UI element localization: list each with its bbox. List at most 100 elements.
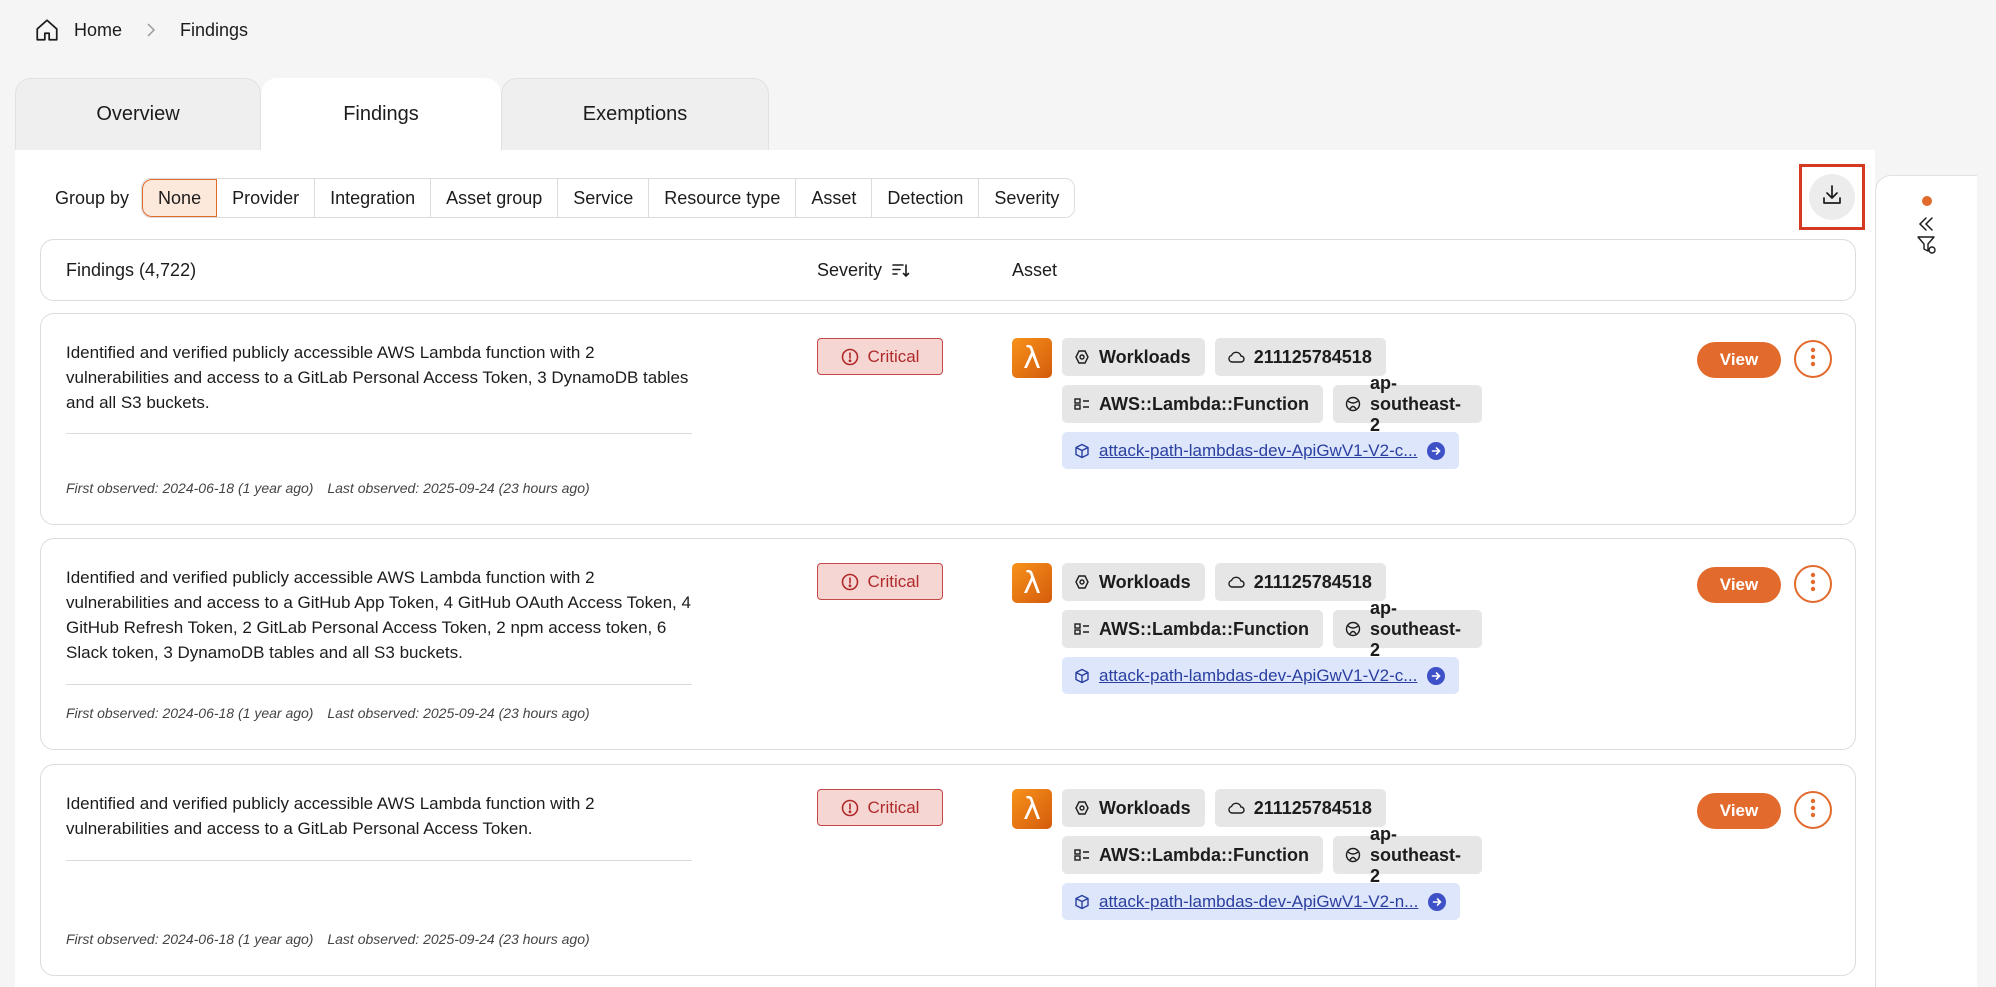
double-chevron-left-icon[interactable] [1917,216,1935,232]
sort-icon[interactable] [892,262,910,278]
divider [66,684,692,685]
account-label: 211125784518 [1253,346,1372,367]
account-chip[interactable]: 211125784518 [1214,563,1386,601]
filter-settings-icon[interactable] [1917,236,1937,254]
asset-link-chip[interactable]: attack-path-lambdas-dev-ApiGwV1-V2-n... [1062,883,1461,920]
alert-circle-icon [841,799,859,817]
resource-type-chip[interactable]: AWS::Lambda::Function [1062,385,1323,423]
first-observed: First observed: 2024-06-18 (1 year ago) [66,931,314,947]
view-button[interactable]: View [1697,793,1781,829]
tab-overview[interactable]: Overview [15,78,261,150]
severity-badge: Critical [817,563,943,600]
group-by-service[interactable]: Service [558,179,650,217]
arrow-right-icon[interactable] [1427,666,1446,685]
asset-chips: Workloads 211125784518 AWS::Lambda::Func… [1062,789,1492,929]
cloud-icon [1227,575,1245,589]
group-by-options: None Provider Integration Asset group Se… [141,178,1076,218]
finding-card[interactable]: Identified and verified publicly accessi… [40,313,1856,525]
more-options-button[interactable] [1794,791,1832,829]
workloads-icon [1074,800,1090,816]
cube-icon [1074,443,1090,459]
download-button[interactable] [1809,174,1855,220]
asset-group-chip[interactable]: Workloads [1062,789,1205,827]
findings-panel: Group by None Provider Integration Asset… [15,150,1875,987]
globe-icon [1345,847,1361,863]
cube-icon [1074,668,1090,684]
group-by-none[interactable]: None [142,179,218,217]
more-options-button[interactable] [1794,565,1832,603]
globe-icon [1345,396,1361,412]
asset-group-label: Workloads [1099,797,1191,818]
findings-table-header: Findings (4,722) Severity Asset [40,239,1856,301]
aws-lambda-icon: λ [1012,563,1052,603]
cube-icon [1074,894,1090,910]
severity-label: Critical [867,797,920,817]
filter-side-panel [1875,175,1977,987]
finding-card[interactable]: Identified and verified publicly accessi… [40,538,1856,750]
alert-circle-icon [841,348,859,366]
first-observed: First observed: 2024-06-18 (1 year ago) [66,705,314,721]
arrow-right-icon[interactable] [1427,441,1446,460]
breadcrumb-home[interactable]: Home [74,20,122,41]
account-chip[interactable]: 211125784518 [1214,789,1386,827]
group-by-severity[interactable]: Severity [979,179,1075,217]
page-tabs: Overview Findings Exemptions [15,78,769,150]
arrow-right-icon[interactable] [1428,892,1447,911]
region-chip[interactable]: ap-southeast-2 [1332,824,1482,886]
severity-header[interactable]: Severity [817,260,910,281]
download-highlight [1799,164,1865,230]
region-label: ap-southeast-2 [1369,823,1461,886]
resource-type-chip[interactable]: AWS::Lambda::Function [1062,836,1323,874]
asset-link-chip[interactable]: attack-path-lambdas-dev-ApiGwV1-V2-c... [1062,657,1460,694]
finding-description: Identified and verified publicly accessi… [66,794,595,838]
asset-group-chip[interactable]: Workloads [1062,338,1205,376]
last-observed: Last observed: 2025-09-24 (23 hours ago) [327,480,590,496]
asset-group-label: Workloads [1099,571,1191,592]
workloads-icon [1074,574,1090,590]
asset-link[interactable]: attack-path-lambdas-dev-ApiGwV1-V2-n... [1099,892,1418,912]
home-icon[interactable] [34,17,60,43]
findings-count-header: Findings (4,722) [66,259,197,280]
divider [66,433,692,434]
alert-circle-icon [841,573,859,591]
severity-badge: Critical [817,338,943,375]
finding-card[interactable]: Identified and verified publicly accessi… [40,764,1856,976]
region-chip[interactable]: ap-southeast-2 [1332,373,1482,435]
asset-link[interactable]: attack-path-lambdas-dev-ApiGwV1-V2-c... [1099,441,1417,461]
severity-header-label: Severity [817,259,883,280]
group-by-asset-group[interactable]: Asset group [431,179,559,217]
tab-exemptions[interactable]: Exemptions [501,78,769,150]
asset-link[interactable]: attack-path-lambdas-dev-ApiGwV1-V2-c... [1099,666,1417,686]
breadcrumb: Home Findings [34,16,248,44]
region-label: ap-southeast-2 [1369,597,1461,660]
region-label: ap-southeast-2 [1369,372,1461,435]
asset-header: Asset [1012,259,1058,280]
asset-group-chip[interactable]: Workloads [1062,563,1205,601]
resource-type-chip[interactable]: AWS::Lambda::Function [1062,610,1323,648]
breadcrumb-current: Findings [180,19,249,40]
download-icon [1820,183,1844,212]
observed-dates: First observed: 2024-06-18 (1 year ago) … [66,931,600,947]
group-by-provider[interactable]: Provider [217,179,316,217]
more-options-button[interactable] [1794,340,1832,378]
group-by-resource-type[interactable]: Resource type [649,179,797,217]
group-by-label: Group by [55,187,130,208]
view-button[interactable]: View [1697,342,1781,378]
cloud-icon [1227,801,1245,815]
severity-label: Critical [867,571,920,591]
group-by-integration[interactable]: Integration [315,179,432,217]
resource-type-icon [1074,622,1090,636]
asset-link-chip[interactable]: attack-path-lambdas-dev-ApiGwV1-V2-c... [1062,432,1460,469]
aws-lambda-icon: λ [1012,789,1052,829]
workloads-icon [1074,349,1090,365]
group-by-asset[interactable]: Asset [796,179,873,217]
observed-dates: First observed: 2024-06-18 (1 year ago) … [66,480,600,496]
asset-chips: Workloads 211125784518 AWS::Lambda::Func… [1062,563,1492,703]
group-by-detection[interactable]: Detection [872,179,980,217]
tab-findings[interactable]: Findings [261,78,501,150]
view-button[interactable]: View [1697,567,1781,603]
region-chip[interactable]: ap-southeast-2 [1332,598,1482,660]
account-label: 211125784518 [1253,797,1372,818]
account-label: 211125784518 [1253,571,1372,592]
account-chip[interactable]: 211125784518 [1214,338,1386,376]
